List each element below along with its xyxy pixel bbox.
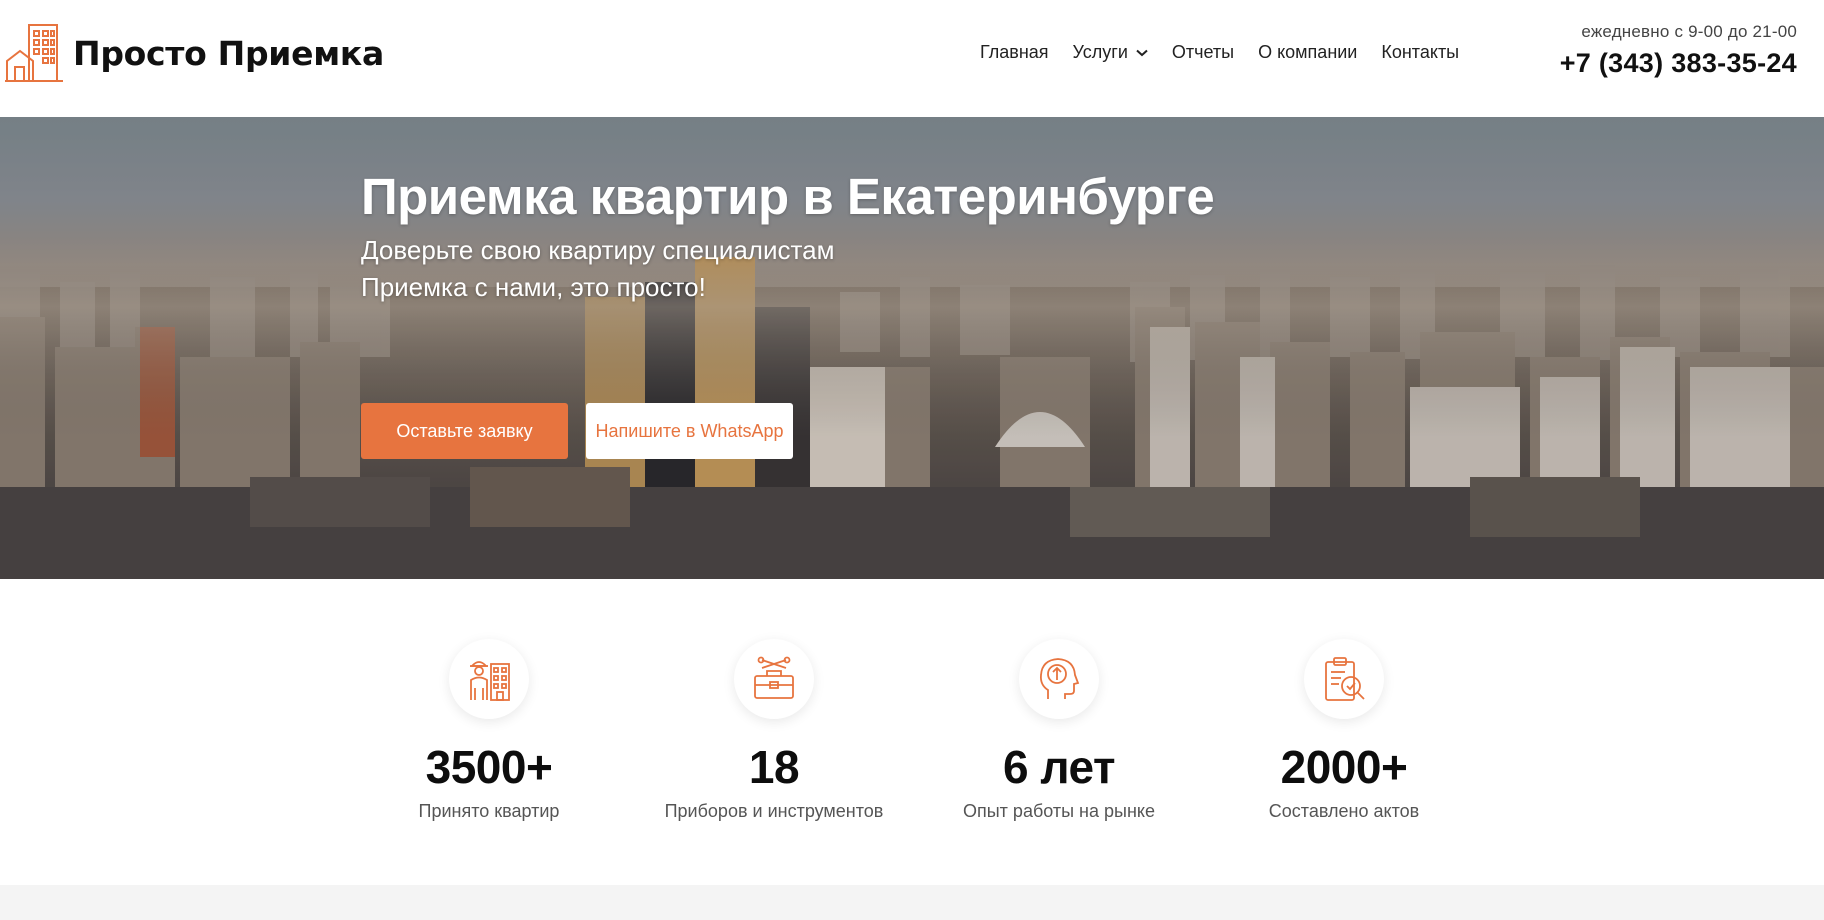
chevron-down-icon <box>1136 49 1148 56</box>
head-arrow-icon <box>1039 658 1080 699</box>
nav-item-reports[interactable]: Отчеты <box>1172 42 1234 63</box>
hero-subtitle-1: Доверьте свою квартиру специалистам <box>361 235 835 265</box>
hero-title: Приемка квартир в Екатеринбурге <box>361 168 1215 225</box>
nav-label: Отчеты <box>1171 42 1235 62</box>
stat-icon-wrap <box>1304 639 1384 719</box>
working-hours: ежедневно с 9-00 до 21-00 <box>1581 22 1797 41</box>
nav-label: Услуги <box>1072 42 1128 62</box>
stat-label: Составлено актов <box>1268 801 1420 821</box>
stats-section: 3500+ Принято квартир 18 Приборов и инст… <box>0 579 1824 885</box>
logo-text: Просто Приемка <box>73 33 384 73</box>
stat-apartments: 3500+ Принято квартир <box>359 639 619 822</box>
stat-instruments: 18 Приборов и инструментов <box>644 639 904 822</box>
stat-value: 18 <box>748 741 800 793</box>
stat-value: 2000+ <box>1280 741 1408 793</box>
nav-label: Главная <box>980 42 1049 62</box>
main-nav: Главная Услуги Отчеты О компании Контакт… <box>980 42 1459 63</box>
nav-label: О компании <box>1258 42 1358 62</box>
toolbox-icon <box>754 656 794 699</box>
nav-label: Контакты <box>1381 42 1460 62</box>
stat-label: Приборов и инструментов <box>664 801 884 821</box>
phone-link[interactable]: +7 (343) 383-35-24 <box>1560 48 1797 79</box>
building-house-icon <box>5 24 63 82</box>
header-contact: ежедневно с 9-00 до 21-00 +7 (343) 383-3… <box>1560 22 1797 79</box>
stat-label: Опыт работы на рынке <box>963 801 1155 821</box>
nav-item-services[interactable]: Услуги <box>1073 42 1148 63</box>
nav-item-home[interactable]: Главная <box>980 42 1049 63</box>
stat-icon-wrap <box>734 639 814 719</box>
stat-icon-wrap <box>449 639 529 719</box>
stat-experience: 6 лет Опыт работы на рынке <box>929 639 1189 822</box>
stat-value: 6 лет <box>1003 741 1115 793</box>
hero-text: Приемка квартир в Екатеринбурге Доверьте… <box>361 167 1215 306</box>
logo-link[interactable]: Просто Приемка <box>5 21 384 85</box>
clipboard-check-icon <box>1325 657 1365 701</box>
stat-label: Принято квартир <box>418 801 560 821</box>
whatsapp-button[interactable]: Напишите в WhatsApp <box>586 403 793 459</box>
next-section-strip <box>0 885 1824 920</box>
hero-subtitle-2: Приемка с нами, это просто! <box>361 272 706 302</box>
nav-item-about[interactable]: О компании <box>1258 42 1357 63</box>
stat-value: 3500+ <box>425 741 553 793</box>
stat-icon-wrap <box>1019 639 1099 719</box>
hero-buttons: Оставьте заявку Напишите в WhatsApp <box>361 403 793 459</box>
hero-section: Приемка квартир в Екатеринбурге Доверьте… <box>0 117 1824 579</box>
site-header: Просто Приемка Главная Услуги Отчеты О к… <box>0 0 1824 117</box>
request-button[interactable]: Оставьте заявку <box>361 403 568 459</box>
worker-building-icon <box>470 661 510 701</box>
nav-item-contacts[interactable]: Контакты <box>1381 42 1459 63</box>
stat-acts: 2000+ Составлено актов <box>1214 639 1474 822</box>
